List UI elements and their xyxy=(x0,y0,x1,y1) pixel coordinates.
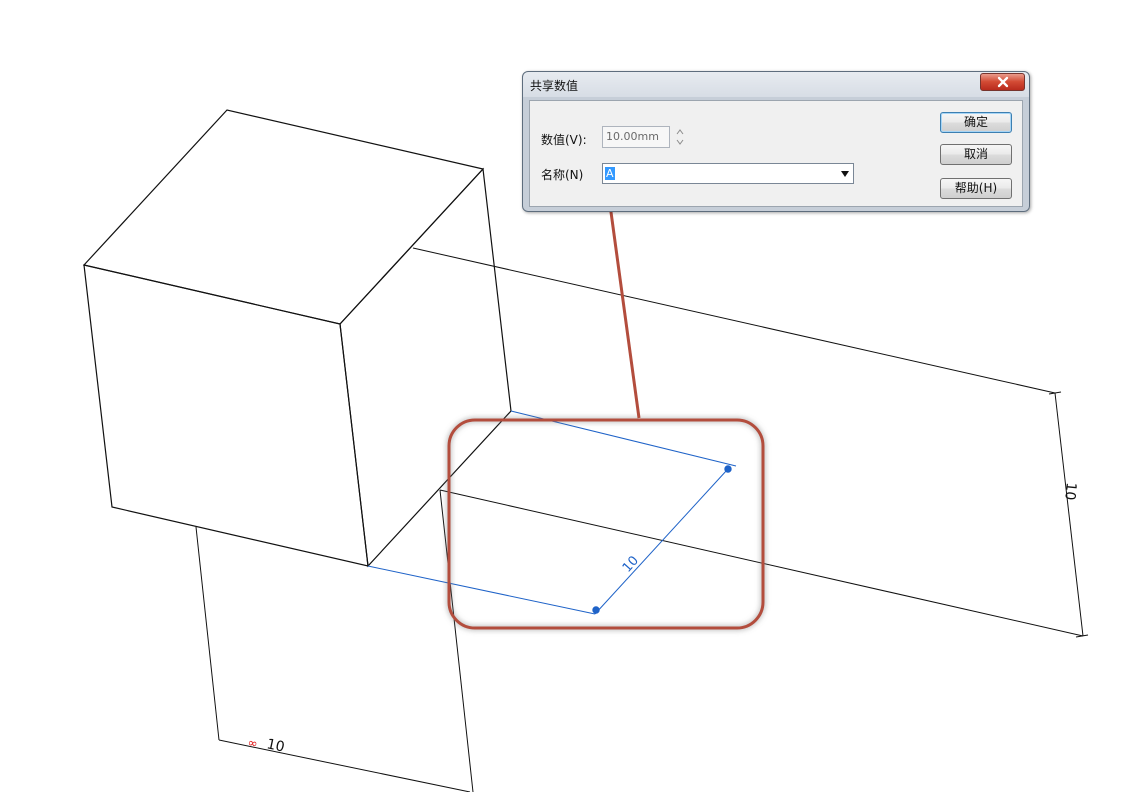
shared-value-dialog[interactable]: 共享数值 数值(V): 10.00mm 名称(N) A 确定 取消 帮助(H) xyxy=(522,71,1030,212)
dialog-client-area: 数值(V): 10.00mm 名称(N) A 确定 取消 帮助(H) xyxy=(529,100,1023,207)
blue-sketch-diagonal-line xyxy=(594,469,728,615)
value-label: 数值(V): xyxy=(541,133,587,147)
help-button[interactable]: 帮助(H) xyxy=(940,178,1012,199)
close-button[interactable] xyxy=(980,73,1025,91)
name-label: 名称(N) xyxy=(541,168,584,182)
cube-model[interactable] xyxy=(82,109,512,568)
value-spinner[interactable] xyxy=(674,126,686,148)
sketch-dimension[interactable] xyxy=(367,410,737,615)
chevron-down-icon[interactable] xyxy=(841,171,849,177)
bottom-dimension-label-group[interactable]: ∞ 10 xyxy=(246,735,286,755)
dialog-titlebar[interactable]: 共享数值 xyxy=(523,72,1029,97)
reference-lines xyxy=(195,247,1089,792)
name-combobox[interactable]: A xyxy=(602,163,854,184)
blue-sketch-bottom-line xyxy=(367,565,596,615)
spinner-down-icon[interactable] xyxy=(676,138,684,146)
bottom-dimension-label: 10 xyxy=(265,736,286,755)
ok-button[interactable]: 确定 xyxy=(940,112,1012,133)
close-icon xyxy=(997,76,1008,88)
blue-sketch-endpoint-bottom[interactable] xyxy=(592,606,600,614)
center-dimension-label[interactable]: 10 xyxy=(620,553,642,575)
name-selected-value[interactable]: A xyxy=(605,167,615,180)
bottom-marker-icon: ∞ xyxy=(246,735,259,751)
cube-top-face xyxy=(82,109,485,325)
bottom-left-extension-line xyxy=(195,526,220,741)
dimension-right-vertical-line xyxy=(1054,392,1084,637)
cube-right-face xyxy=(339,167,512,568)
blue-sketch-endpoint-top[interactable] xyxy=(724,465,732,473)
callout-highlight-box xyxy=(447,418,765,630)
cancel-button[interactable]: 取消 xyxy=(940,144,1012,165)
right-dimension-label[interactable]: 10 xyxy=(1061,482,1079,501)
spinner-up-icon[interactable] xyxy=(676,128,684,136)
dialog-title: 共享数值 xyxy=(530,79,579,93)
reference-line-top xyxy=(412,247,1056,394)
value-field[interactable]: 10.00mm xyxy=(602,126,670,148)
cube-front-face xyxy=(83,264,369,567)
callout-arrow xyxy=(608,190,641,419)
cube-right-extension-line xyxy=(439,489,474,792)
